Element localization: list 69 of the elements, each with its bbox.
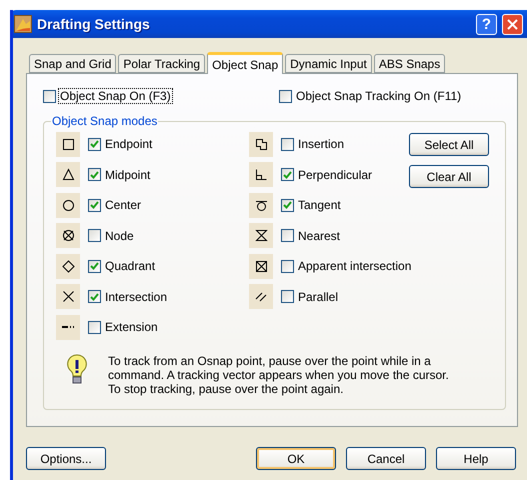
checkbox[interactable] [281,198,294,212]
checkbox[interactable] [88,138,101,151]
lightbulb-icon [66,354,88,386]
checkbox[interactable] [88,168,101,182]
checkbox[interactable] [88,320,101,334]
check-mark-icon [90,170,99,179]
group-title: Object Snap modes [51,114,158,128]
window-title: Drafting Settings [37,16,151,32]
crossed-square-icon [254,260,268,273]
dialog-button[interactable]: OK [256,447,336,470]
cross-icon [62,290,74,304]
dialog-button[interactable]: Options... [26,447,106,470]
circle-icon [62,198,74,212]
check-mark-icon [283,201,292,210]
checkbox[interactable] [43,90,56,102]
check-mark-icon [90,292,99,301]
tip-text: To track from an Osnap point, pause over the point while in a command. A tracking vector appears when you move the cursor. To stop tracking, pause over the point again. [108,354,450,396]
mode-checkbox[interactable]: Endpoint [88,137,154,152]
check-mark-icon [283,170,292,179]
perpendicular-icon [254,168,268,182]
checkbox[interactable] [88,260,101,273]
close-button[interactable] [502,14,523,34]
tab[interactable]: Dynamic Input [285,54,372,73]
tab[interactable]: Object Snap [207,52,284,74]
mode-checkbox[interactable]: Perpendicular [281,168,374,182]
select-button[interactable]: Clear All [409,165,489,188]
checkbox[interactable] [281,290,294,304]
mode-checkbox[interactable]: Nearest [281,228,342,243]
insertion-icon [254,138,268,151]
checkbox[interactable] [281,168,294,182]
dialog-button[interactable]: Help [436,447,516,470]
select-button[interactable]: Select All [409,133,489,156]
diamond-icon [62,260,74,273]
mode-checkbox[interactable]: Tangent [281,198,342,212]
option-checkbox[interactable]: Object Snap Tracking On (F11) [279,89,462,103]
checkbox[interactable] [88,290,101,304]
mode-checkbox[interactable]: Extension [88,320,159,334]
parallel-lines-icon [254,290,268,304]
check-mark-icon [90,262,99,270]
app-icon [14,15,32,33]
mode-checkbox[interactable]: Midpoint [88,168,152,182]
checkbox[interactable] [281,260,294,273]
help-button[interactable]: ? [476,14,497,34]
checkbox[interactable] [281,138,294,151]
check-mark-icon [90,201,99,210]
tab[interactable]: Polar Tracking [118,54,206,73]
mode-checkbox[interactable]: Intersection [88,290,168,304]
dashed-line-icon [62,326,74,328]
triangle-icon [62,168,74,182]
crossed-circle-icon [62,229,74,242]
mode-checkbox[interactable]: Insertion [281,137,346,152]
close-icon [507,18,518,30]
mode-checkbox[interactable]: Parallel [281,290,340,304]
mode-checkbox[interactable]: Quadrant [88,259,156,274]
square-icon [62,138,74,151]
tab[interactable]: Snap and Grid [29,54,116,73]
checkbox[interactable] [88,229,101,242]
mode-checkbox[interactable]: Apparent intersection [281,259,412,274]
hourglass-icon [254,229,268,242]
mode-checkbox[interactable]: Center [88,198,142,212]
checkbox[interactable] [88,198,101,212]
checkbox[interactable] [279,90,292,102]
check-mark-icon [90,140,99,148]
dialog-button[interactable]: Cancel [346,447,426,470]
mode-checkbox[interactable]: Node [88,228,135,243]
option-checkbox[interactable]: Object Snap On (F3) [43,89,279,103]
tab[interactable]: ABS Snaps [374,54,446,73]
tangent-icon [254,198,268,212]
checkbox[interactable] [281,229,294,242]
